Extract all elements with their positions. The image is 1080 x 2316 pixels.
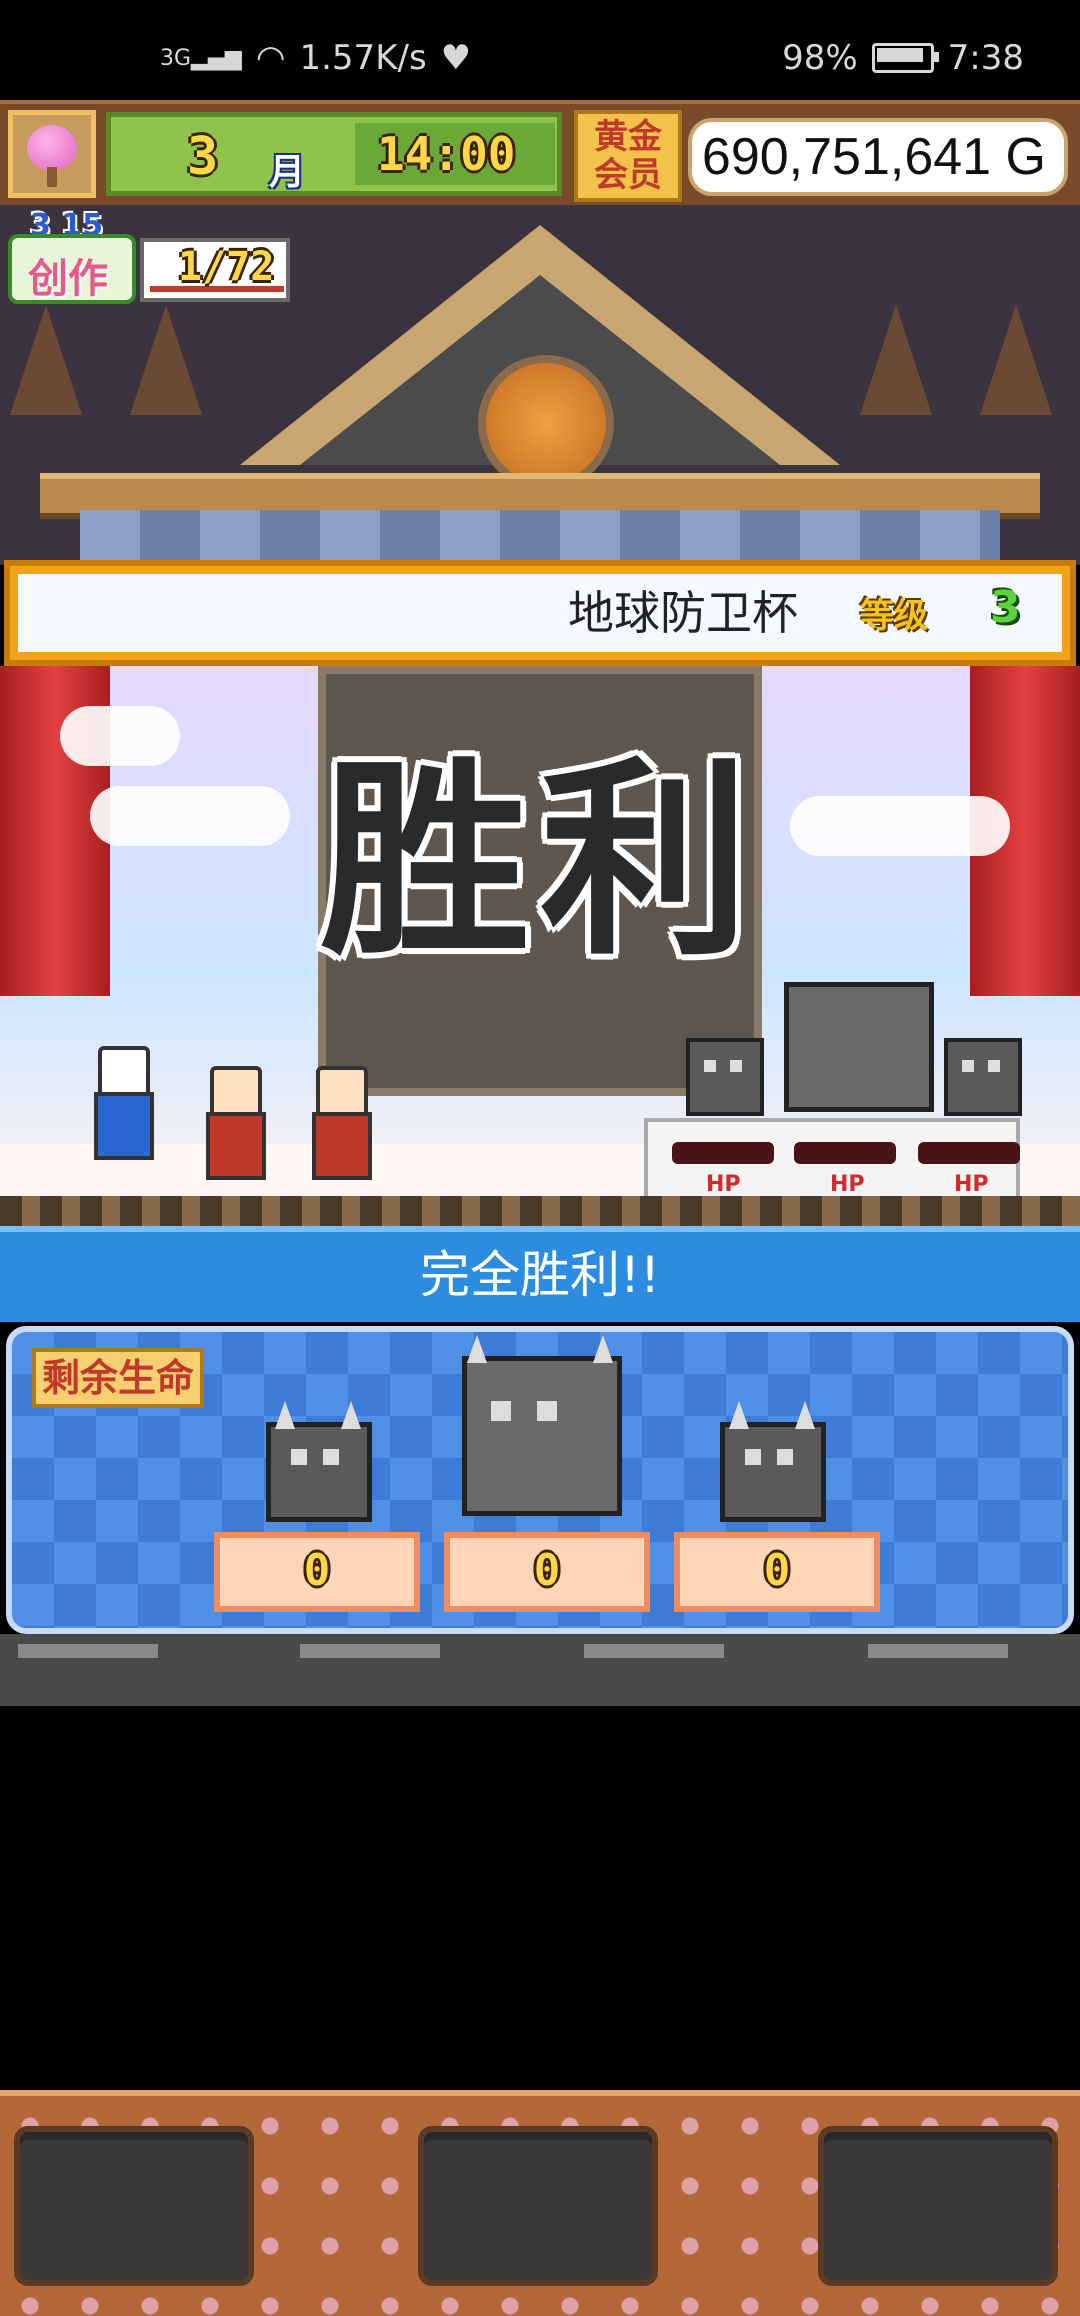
emblem-icon bbox=[478, 355, 614, 491]
chef-character bbox=[88, 1046, 154, 1162]
enemy-remaining-slot: 0 bbox=[674, 1532, 880, 1612]
hp-bar bbox=[918, 1142, 1020, 1164]
battery-icon bbox=[871, 43, 939, 73]
creation-badge[interactable]: 3 15 创作 1/72 bbox=[8, 208, 290, 306]
money-display: 690,751,641 G bbox=[688, 118, 1068, 196]
network-speed: 1.57K/s bbox=[299, 38, 427, 78]
bottom-menu-bar bbox=[0, 2090, 1080, 2316]
player-character bbox=[200, 1066, 266, 1182]
enemy-remaining-slot: 0 bbox=[444, 1532, 650, 1612]
enemy-boss bbox=[784, 982, 934, 1112]
clock-panel: 14:00 bbox=[355, 123, 555, 185]
hp-label: HP bbox=[706, 1172, 741, 1197]
creation-chip: 创作 bbox=[8, 234, 136, 304]
bottom-slot-left[interactable] bbox=[14, 2126, 254, 2286]
heart-icon: ♥ bbox=[440, 38, 472, 78]
creation-progress: 1/72 bbox=[178, 244, 275, 290]
result-header: 完全胜利!! bbox=[0, 1226, 1080, 1322]
top-hud: 3 月 14:00 黄金会员 690,751,641 G bbox=[0, 100, 1080, 213]
bottom-slot-center[interactable] bbox=[418, 2126, 658, 2286]
road-strip bbox=[0, 1634, 1080, 1706]
enemy-remaining-slot: 0 bbox=[214, 1532, 420, 1612]
hp-label: HP bbox=[954, 1172, 989, 1197]
cup-banner: 地球防卫杯 等级 3 bbox=[4, 560, 1076, 666]
level-value: 3 bbox=[990, 582, 1021, 633]
victory-text: 胜利 bbox=[319, 737, 760, 984]
game-clock: 14:00 bbox=[377, 127, 516, 181]
date-panel: 3 月 14:00 bbox=[106, 112, 562, 196]
hp-bar bbox=[672, 1142, 774, 1164]
enemy-devil-icon bbox=[266, 1401, 372, 1522]
hp-label: HP bbox=[830, 1172, 865, 1197]
cup-banner-inner: 地球防卫杯 等级 3 bbox=[18, 574, 1062, 652]
enemy-devil bbox=[944, 1038, 1022, 1116]
gold-member-badge: 黄金会员 bbox=[574, 110, 682, 202]
creation-label: 创作 bbox=[28, 256, 108, 302]
bottom-slot-right[interactable] bbox=[818, 2126, 1058, 2286]
signal-icon: 3G▂▄▆ bbox=[160, 45, 242, 71]
hp-bar bbox=[794, 1142, 896, 1164]
battery-percent: 98% bbox=[782, 38, 858, 78]
enemy-devil-icon bbox=[720, 1401, 826, 1522]
enemy-boss-icon bbox=[462, 1335, 622, 1516]
player-character bbox=[306, 1066, 372, 1182]
battle-stage: 胜利 HP HP HP bbox=[0, 666, 1080, 1226]
wifi-icon: ◠ bbox=[255, 38, 286, 78]
month-number: 3 bbox=[187, 127, 219, 187]
level-label: 等级 bbox=[860, 596, 928, 636]
result-panel: 剩余生命 0 0 0 bbox=[6, 1326, 1074, 1634]
cup-title: 地球防卫杯 bbox=[568, 586, 798, 640]
enemy-hp-stand: HP HP HP bbox=[644, 1118, 1020, 1208]
status-bar: 3G▂▄▆ ◠ 1.57K/s ♥ 98% 7:38 bbox=[0, 0, 1080, 100]
enemy-devil bbox=[686, 1038, 764, 1116]
pink-tree-icon[interactable] bbox=[8, 110, 96, 198]
clock-time: 7:38 bbox=[947, 38, 1024, 78]
month-label: 月 bbox=[269, 152, 306, 193]
remaining-life-label: 剩余生命 bbox=[32, 1348, 204, 1408]
